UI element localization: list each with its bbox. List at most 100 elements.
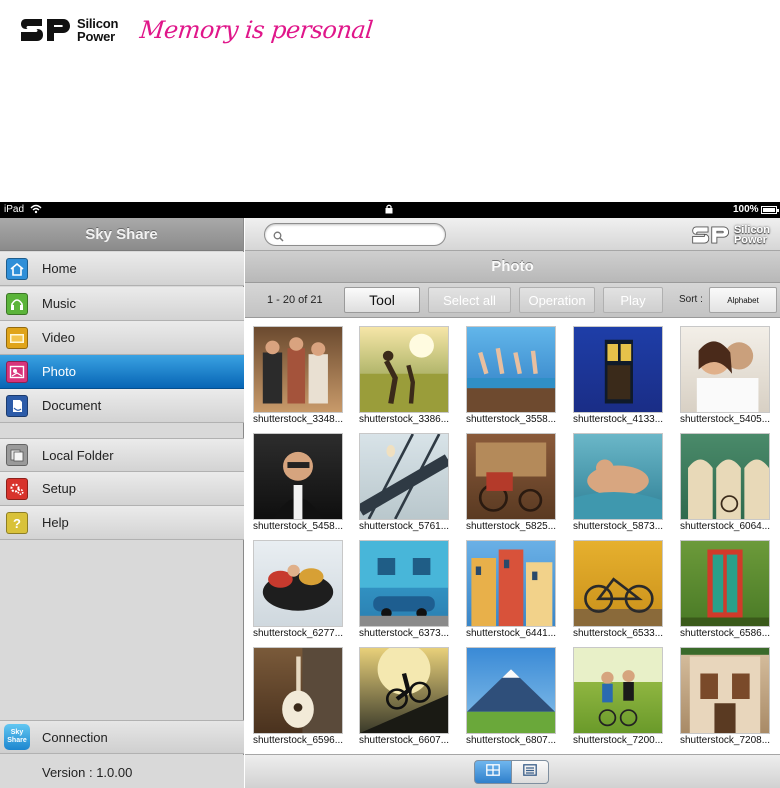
photo-thumbnail[interactable] <box>253 433 343 520</box>
photo-item[interactable]: shutterstock_6607... <box>351 641 457 748</box>
photo-filename: shutterstock_3558... <box>465 414 557 425</box>
photo-thumbnail[interactable] <box>359 326 449 413</box>
photo-thumbnail[interactable] <box>680 540 770 627</box>
tool-button[interactable]: Tool <box>344 287 420 313</box>
photo-filename: shutterstock_3348... <box>252 414 344 425</box>
photo-item[interactable]: shutterstock_7208... <box>672 641 778 748</box>
sidebar-item-label: Local Folder <box>42 447 114 463</box>
photo-filename: shutterstock_3386... <box>358 414 450 425</box>
photo-thumbnail[interactable] <box>466 433 556 520</box>
photo-grid: shutterstock_3348... shutterstock_3386...… <box>245 320 780 754</box>
search-field[interactable] <box>264 223 446 246</box>
sidebar-item-label: Video <box>42 330 76 345</box>
photo-item[interactable]: shutterstock_5761... <box>351 427 457 534</box>
grid-view-button[interactable] <box>474 760 512 784</box>
photo-filename: shutterstock_6533... <box>572 628 664 639</box>
photo-item[interactable]: shutterstock_4133... <box>565 320 671 427</box>
photo-thumbnail[interactable] <box>253 326 343 413</box>
photo-thumbnail[interactable] <box>359 647 449 734</box>
photo-item[interactable]: shutterstock_6807... <box>458 641 564 748</box>
photo-thumbnail[interactable] <box>466 647 556 734</box>
home-icon <box>6 257 28 280</box>
status-bar: iPad 100% <box>0 202 780 218</box>
select-all-button[interactable]: Select all <box>428 287 511 313</box>
connection-label: Connection <box>42 729 108 745</box>
photo-item[interactable]: shutterstock_5825... <box>458 427 564 534</box>
grid-view-icon <box>486 763 500 781</box>
sidebar-item-label: Document <box>42 398 102 413</box>
photo-icon <box>6 360 28 383</box>
sidebar-item-label: Home <box>42 261 77 276</box>
brand-tagline: Memory is personal <box>138 16 375 44</box>
sidebar-item-photo[interactable]: Photo <box>0 355 244 389</box>
battery-icon <box>761 206 779 214</box>
sidebar-item-video[interactable]: Video <box>0 321 244 355</box>
connection-button[interactable]: Sky Share Connection <box>0 720 244 754</box>
silicon-power-logo: Silicon Power <box>20 15 118 45</box>
photo-item[interactable]: shutterstock_7200... <box>565 641 671 748</box>
sidebar-item-label: Music <box>42 296 76 311</box>
photo-thumbnail[interactable] <box>573 326 663 413</box>
photo-item[interactable]: shutterstock_6277... <box>245 534 351 641</box>
photo-thumbnail[interactable] <box>573 540 663 627</box>
sidebar-item-local-folder[interactable]: Local Folder <box>0 438 244 472</box>
sidebar-item-home[interactable]: Home <box>0 252 244 286</box>
photo-item[interactable]: shutterstock_3348... <box>245 320 351 427</box>
search-input[interactable] <box>289 227 439 243</box>
photo-thumbnail[interactable] <box>359 540 449 627</box>
photo-item[interactable]: shutterstock_5458... <box>245 427 351 534</box>
photo-item[interactable]: shutterstock_6533... <box>565 534 671 641</box>
carrier-label: iPad <box>4 204 25 215</box>
play-button[interactable]: Play <box>603 287 663 313</box>
list-view-icon <box>523 763 537 781</box>
photo-filename: shutterstock_5458... <box>252 521 344 532</box>
photo-item[interactable]: shutterstock_3558... <box>458 320 564 427</box>
photo-filename: shutterstock_6607... <box>358 735 450 746</box>
photo-filename: shutterstock_6373... <box>358 628 450 639</box>
photo-item[interactable]: shutterstock_6373... <box>351 534 457 641</box>
photo-thumbnail[interactable] <box>680 326 770 413</box>
help-icon: ? <box>6 511 28 534</box>
photo-filename: shutterstock_5825... <box>465 521 557 532</box>
photo-thumbnail[interactable] <box>680 433 770 520</box>
sidebar-item-label: Setup <box>42 481 76 496</box>
operation-button[interactable]: Operation <box>519 287 595 313</box>
sidebar-item-setup[interactable]: Setup <box>0 472 244 506</box>
photo-item[interactable]: shutterstock_5873... <box>565 427 671 534</box>
main-panel: Silicon Power Photo 1 - 20 of 21 Tool Se… <box>245 218 780 788</box>
photo-item[interactable]: shutterstock_5405... <box>672 320 778 427</box>
sidebar-item-document[interactable]: Document <box>0 389 244 423</box>
version-label: Version : 1.0.00 <box>0 755 244 788</box>
photo-thumbnail[interactable] <box>359 433 449 520</box>
sidebar-item-label: Photo <box>42 364 76 379</box>
sky-share-icon: Sky Share <box>4 724 30 750</box>
photo-thumbnail[interactable] <box>466 540 556 627</box>
photo-item[interactable]: shutterstock_6064... <box>672 427 778 534</box>
sidebar-item-music[interactable]: Music <box>0 287 244 321</box>
photo-thumbnail[interactable] <box>573 433 663 520</box>
photo-thumbnail[interactable] <box>253 540 343 627</box>
search-icon <box>273 229 284 247</box>
photo-item[interactable]: shutterstock_6586... <box>672 534 778 641</box>
battery-fill <box>763 208 775 212</box>
list-view-button[interactable] <box>511 760 549 784</box>
photo-thumbnail[interactable] <box>253 647 343 734</box>
photo-filename: shutterstock_4133... <box>572 414 664 425</box>
silicon-power-logo-small: Silicon Power <box>690 223 770 247</box>
document-icon <box>6 394 28 417</box>
gear-icon <box>6 477 28 500</box>
photo-thumbnail[interactable] <box>466 326 556 413</box>
sidebar-item-help[interactable]: ? Help <box>0 506 244 540</box>
view-mode-bar <box>245 754 780 788</box>
photo-filename: shutterstock_6277... <box>252 628 344 639</box>
toolbar: 1 - 20 of 21 Tool Select all Operation P… <box>245 283 780 318</box>
video-camera-icon <box>6 326 28 349</box>
photo-filename: shutterstock_5761... <box>358 521 450 532</box>
sort-select[interactable]: Alphabet <box>709 287 777 313</box>
photo-item[interactable]: shutterstock_6441... <box>458 534 564 641</box>
photo-item[interactable]: shutterstock_3386... <box>351 320 457 427</box>
brand-header: Silicon Power Memory is personal <box>20 10 375 50</box>
photo-item[interactable]: shutterstock_6596... <box>245 641 351 748</box>
photo-thumbnail[interactable] <box>573 647 663 734</box>
photo-thumbnail[interactable] <box>680 647 770 734</box>
